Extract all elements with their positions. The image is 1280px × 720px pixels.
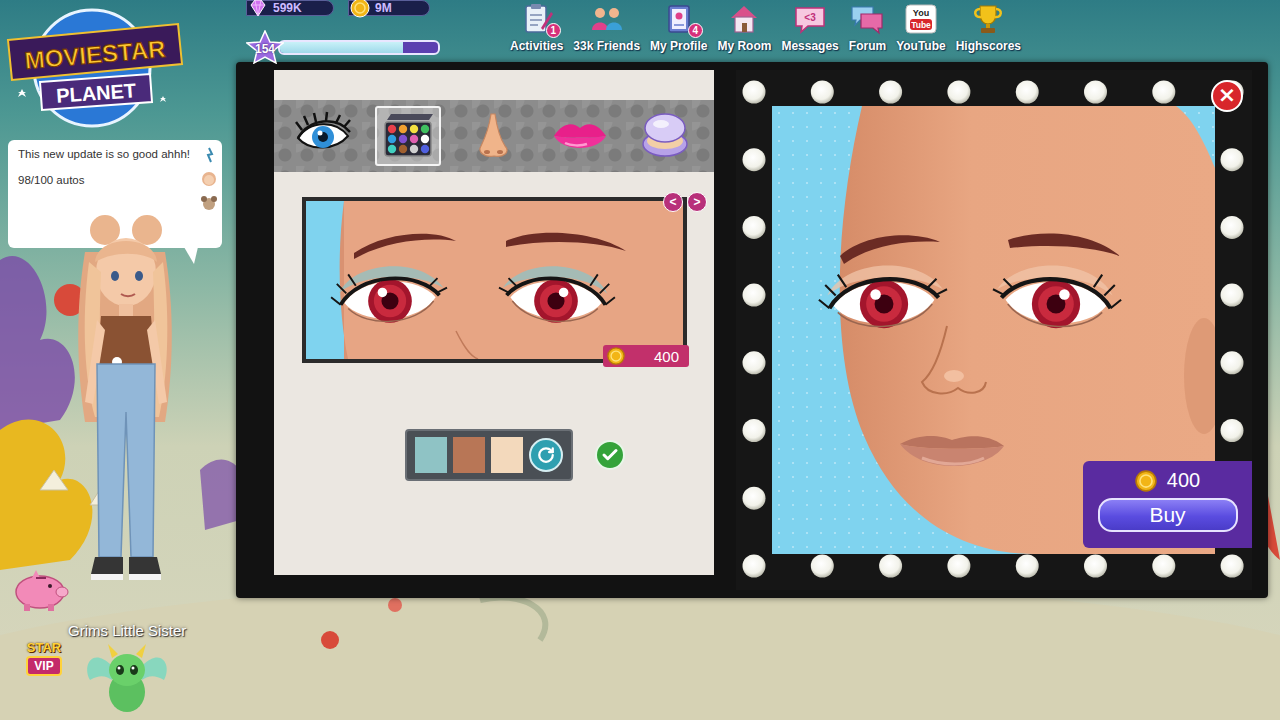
nav-item[interactable]: <3Messages: [781, 2, 838, 53]
diamonds-counter[interactable]: 599K: [246, 0, 334, 16]
eyes-icon: [294, 110, 352, 162]
messages-icon: <3: [792, 2, 828, 36]
makeup-tab[interactable]: [547, 106, 613, 166]
nav-item[interactable]: You TubeYou Tube: [896, 2, 946, 53]
moviestar-planet-logo[interactable]: MOVIESTAR PLANET: [0, 2, 190, 134]
svg-text:PLANET: PLANET: [55, 79, 136, 107]
color-swatch[interactable]: [453, 437, 485, 473]
pet-icon: [200, 194, 218, 212]
player-stats: 599K 9M 154: [246, 0, 441, 64]
nav-item[interactable]: 1Activities: [510, 2, 563, 53]
player-avatar[interactable]: [55, 212, 205, 612]
forum-icon: [849, 2, 885, 36]
top-hud: 599K9M1541Activities33k Friends4My Profi…: [246, 0, 1280, 58]
game-screen: MOVIESTAR PLANET 599K 9M 154 1Activities33k F…: [0, 0, 1280, 720]
color-swatch[interactable]: [491, 437, 523, 473]
eyeshadow-icon: [379, 110, 437, 162]
nav-item[interactable]: Highscores: [956, 2, 1021, 53]
svg-text:You: You: [913, 8, 929, 18]
buy-box: 400 Buy: [1083, 461, 1252, 548]
makeup-dialog: <>400 × 400 Buy: [236, 62, 1268, 598]
youtube-icon: You Tube: [903, 2, 939, 36]
color-swatches: [405, 429, 573, 481]
pet-dragon[interactable]: [82, 636, 172, 718]
coins-counter[interactable]: 9M: [348, 0, 430, 16]
player-name: Grims Little Sister: [68, 622, 186, 639]
avatar-icon: [200, 146, 218, 164]
color-swatch[interactable]: [415, 437, 447, 473]
previous-style-button[interactable]: <: [663, 192, 683, 212]
trophy-icon: [970, 2, 1006, 36]
coin-icon: [349, 0, 371, 19]
level-badge: 154: [246, 30, 284, 64]
diamond-icon: [247, 0, 269, 19]
nav-item[interactable]: My Room: [717, 2, 771, 53]
makeup-tab[interactable]: [290, 106, 356, 166]
friends-icon: [589, 2, 625, 36]
nose-icon: [465, 110, 523, 162]
star-vip-badge[interactable]: STARVIP: [18, 640, 70, 694]
makeup-tab[interactable]: [461, 106, 527, 166]
makeup-editor: <>400: [274, 70, 714, 575]
color-row: [274, 363, 714, 481]
nav-item[interactable]: Forum: [849, 2, 886, 53]
makeup-tabs: [274, 100, 714, 172]
coin-icon: [1135, 470, 1157, 492]
reset-colors-button[interactable]: [529, 438, 563, 472]
nav-item[interactable]: 4My Profile: [650, 2, 707, 53]
eyeshadow-preview: <>400: [302, 197, 687, 363]
eyes-preview-art: [306, 201, 683, 359]
confirm-button[interactable]: [595, 440, 625, 470]
notification-badge: 1: [546, 23, 561, 38]
makeup-tab[interactable]: [632, 106, 698, 166]
xp-bar: [278, 40, 440, 55]
nav-item[interactable]: 33k Friends: [573, 2, 640, 53]
close-button[interactable]: ×: [1211, 80, 1243, 112]
lips-icon: [551, 110, 609, 162]
blush-icon: [636, 110, 694, 162]
svg-text:Tube: Tube: [911, 20, 931, 30]
room-icon: [726, 2, 762, 36]
mirror: × 400 Buy: [736, 70, 1252, 590]
check-icon: [601, 446, 619, 464]
notification-badge: 4: [688, 23, 703, 38]
piggy-bank-icon[interactable]: [10, 568, 70, 612]
buy-button[interactable]: Buy: [1098, 498, 1238, 532]
refresh-icon: [537, 446, 555, 464]
makeup-tab[interactable]: [375, 106, 441, 166]
svg-text:MOVIESTAR: MOVIESTAR: [24, 35, 167, 74]
coin-icon: [607, 347, 625, 365]
svg-text:<3: <3: [804, 12, 816, 23]
item-price: 400: [603, 345, 689, 367]
avatar-icon: [200, 170, 218, 188]
total-price: 400: [1135, 469, 1200, 492]
next-style-button[interactable]: >: [687, 192, 707, 212]
level-row: 154: [246, 30, 441, 64]
main-nav: 1Activities33k Friends4My ProfileMy Room…: [510, 0, 1021, 53]
